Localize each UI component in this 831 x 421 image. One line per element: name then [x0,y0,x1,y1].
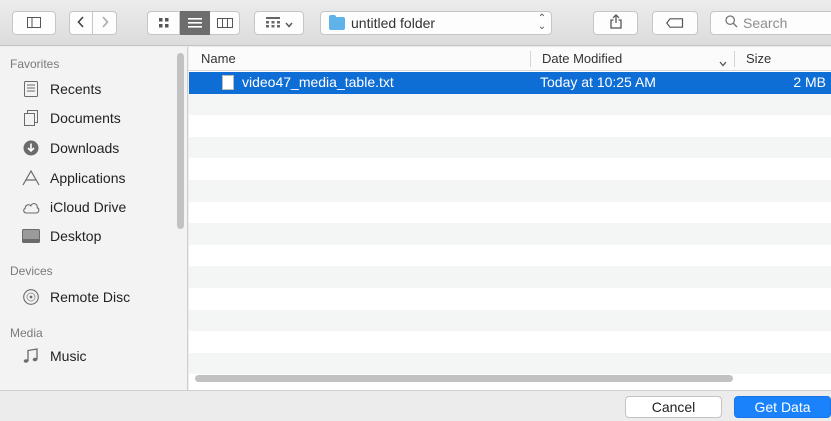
get-data-button[interactable]: Get Data [734,396,831,418]
recents-icon [22,80,40,98]
documents-icon [22,109,40,127]
sidebar-heading-media: Media [10,326,43,340]
empty-row [189,202,831,224]
sidebar-heading-devices: Devices [10,264,53,278]
sidebar-toggle-button[interactable] [12,11,56,35]
empty-row [189,266,831,288]
file-list: Name Date Modified Size video47_media_ta… [189,47,831,390]
view-mode-selector [147,11,240,35]
text-file-icon [222,75,234,90]
sidebar-item-label: Applications [50,170,126,186]
location-popup[interactable]: untitled folder ⌃ ⌄ [320,11,552,35]
toolbar: untitled folder ⌃ ⌄ [0,0,831,46]
file-rows: video47_media_table.txt Today at 10:25 A… [189,72,831,390]
sidebar-heading-favorites: Favorites [10,57,60,71]
icon-view-button[interactable] [147,11,180,35]
sidebar-item-downloads[interactable]: Downloads [22,135,172,161]
downloads-icon [22,139,40,157]
sort-chevron-down-icon [719,55,727,70]
column-header-size[interactable]: Size [734,47,771,71]
empty-row [189,136,831,159]
cancel-button[interactable]: Cancel [625,396,722,418]
file-size: 2 MB [793,74,826,90]
updown-chevron-icon: ⌃ ⌄ [537,13,547,32]
sidebar: Favorites Recents Documents Downloads Ap… [0,47,188,390]
column-view-icon [216,16,233,31]
applications-icon [22,169,40,187]
empty-row [189,158,831,180]
share-button[interactable] [593,11,638,35]
arrange-menu-button[interactable] [254,11,304,35]
sidebar-item-icloud-drive[interactable]: iCloud Drive [22,194,172,220]
sidebar-item-applications[interactable]: Applications [22,165,172,191]
sidebar-item-desktop[interactable]: Desktop [22,223,172,249]
search-icon [725,15,738,31]
file-date: Today at 10:25 AM [540,74,656,90]
folder-icon [329,14,345,30]
dialog-button-bar: Cancel Get Data [0,390,831,421]
empty-row [189,352,831,375]
sidebar-item-documents[interactable]: Documents [22,105,172,131]
sidebar-item-remote-disc[interactable]: Remote Disc [22,284,172,310]
back-button[interactable] [69,11,93,35]
share-icon [609,14,622,32]
horizontal-scrollbar[interactable] [195,375,733,382]
empty-row [189,245,831,267]
table-row[interactable]: video47_media_table.txt Today at 10:25 A… [189,72,831,94]
sidebar-item-label: Desktop [50,228,102,244]
sidebar-item-label: Recents [50,81,102,97]
sidebar-item-label: Documents [50,110,121,126]
list-view-button[interactable] [180,11,210,35]
sidebar-icon [27,16,41,31]
empty-row [189,179,831,202]
icon-view-icon [158,16,169,31]
search-input[interactable] [743,15,823,31]
icloud-icon [22,198,40,216]
column-header-date-modified[interactable]: Date Modified [530,47,622,71]
desktop-icon [22,227,40,245]
file-name-cell: video47_media_table.txt [222,72,394,94]
tag-icon [666,16,684,31]
location-label: untitled folder [351,15,436,31]
nav-back-forward [69,11,117,35]
remote-disc-icon [22,288,40,306]
chevron-left-icon [77,15,85,31]
sidebar-item-label: Remote Disc [50,289,131,305]
empty-row [189,223,831,245]
list-header: Name Date Modified Size [189,47,831,71]
empty-row [189,93,831,116]
forward-button[interactable] [93,11,117,35]
chevron-right-icon [101,15,109,31]
list-view-icon [187,16,202,31]
search-field[interactable] [710,11,831,35]
empty-row [189,288,831,310]
sidebar-item-label: iCloud Drive [50,199,127,215]
music-icon [22,347,40,365]
empty-row [189,331,831,353]
empty-row [189,115,831,137]
grid-arrange-icon [265,16,280,31]
column-view-button[interactable] [210,11,240,35]
sidebar-item-label: Downloads [50,140,120,156]
empty-row [189,309,831,332]
sidebar-item-label: Music [50,348,87,364]
sidebar-item-music[interactable]: Music [22,343,172,369]
chevron-down-icon [284,16,293,31]
file-name: video47_media_table.txt [242,74,394,90]
sidebar-item-recents[interactable]: Recents [22,76,172,102]
column-header-name[interactable]: Name [189,47,236,71]
sidebar-scrollbar[interactable] [177,53,184,229]
tag-button[interactable] [652,11,698,35]
